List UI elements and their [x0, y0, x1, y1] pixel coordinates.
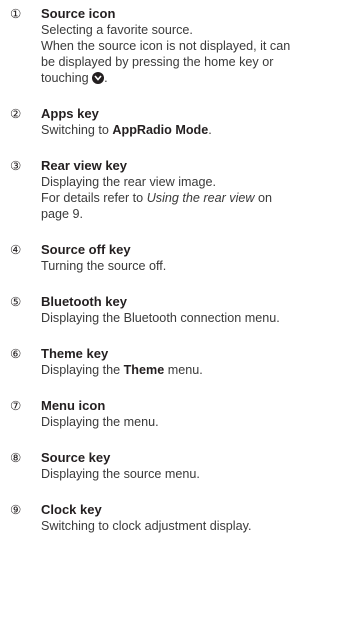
entry-text: Displaying the Bluetooth connection menu…: [41, 311, 280, 325]
entry-title: Source key: [41, 450, 111, 465]
entry-number: ④: [10, 242, 22, 257]
entry-number: ⑨: [10, 502, 22, 517]
entry-text: When the source icon is not displayed, i…: [41, 39, 291, 53]
entry-number: ⑤: [10, 294, 22, 309]
entry-number: ②: [10, 106, 22, 121]
entry-text: Displaying the Theme menu.: [41, 362, 346, 378]
entry-title: Theme key: [41, 346, 109, 361]
entry-text-bold: Theme: [123, 363, 165, 377]
entry-text: Displaying the menu.: [41, 415, 159, 429]
entry-text: be displayed by pressing the home key or: [41, 55, 274, 69]
entry-title: Rear view key: [41, 158, 128, 173]
key-descriptions: ① Source icon Selecting a favorite sourc…: [10, 0, 346, 554]
entry-source-off-key: ④ Source off key Turning the source off.: [10, 242, 346, 274]
entry-text: touching: [41, 71, 89, 85]
entry-text-part: .: [208, 123, 212, 137]
entry-text: Switching to AppRadio Mode.: [41, 122, 346, 138]
entry-text-part: Switching to: [41, 123, 113, 137]
entry-text: Displaying the rear view image.: [41, 175, 216, 189]
entry-text-with-icon: touching .: [41, 70, 346, 86]
entry-theme-key: ⑥ Theme key Displaying the Theme menu.: [10, 346, 346, 378]
entry-number: ③: [10, 158, 22, 173]
entry-number: ⑧: [10, 450, 22, 465]
entry-clock-key: ⑨ Clock key Switching to clock adjustmen…: [10, 502, 346, 534]
entry-text: .: [104, 71, 108, 85]
entry-title: Source icon: [41, 6, 116, 21]
entry-text-part: Displaying the: [41, 363, 124, 377]
entry-number: ⑦: [10, 398, 22, 413]
entry-text: Selecting a favorite source.: [41, 23, 193, 37]
entry-text: Turning the source off.: [41, 259, 167, 273]
entry-text-part: menu.: [164, 363, 203, 377]
entry-text-bold: AppRadio Mode: [112, 123, 209, 137]
entry-text: page 9.: [41, 207, 84, 221]
entry-text-italic: Using the rear view: [146, 191, 255, 205]
entry-apps-key: ② Apps key Switching to AppRadio Mode.: [10, 106, 346, 138]
entry-source-key: ⑧ Source key Displaying the source menu.: [10, 450, 346, 482]
entry-text-part: For details refer to: [41, 191, 147, 205]
entry-source-icon: ① Source icon Selecting a favorite sourc…: [10, 6, 346, 86]
entry-title: Source off key: [41, 242, 131, 257]
entry-text-part: on: [254, 191, 273, 205]
entry-text: For details refer to Using the rear view…: [41, 190, 346, 206]
entry-number: ①: [10, 6, 22, 21]
entry-menu-icon: ⑦ Menu icon Displaying the menu.: [10, 398, 346, 430]
entry-number: ⑥: [10, 346, 22, 361]
entry-title: Bluetooth key: [41, 294, 127, 309]
chevron-down-icon: [92, 72, 105, 84]
entry-bluetooth-key: ⑤ Bluetooth key Displaying the Bluetooth…: [10, 294, 346, 326]
entry-text: Switching to clock adjustment display.: [41, 519, 252, 533]
entry-title: Menu icon: [41, 398, 106, 413]
entry-rear-view-key: ③ Rear view key Displaying the rear view…: [10, 158, 346, 222]
entry-text: Displaying the source menu.: [41, 467, 200, 481]
entry-title: Apps key: [41, 106, 99, 121]
entry-title: Clock key: [41, 502, 102, 517]
